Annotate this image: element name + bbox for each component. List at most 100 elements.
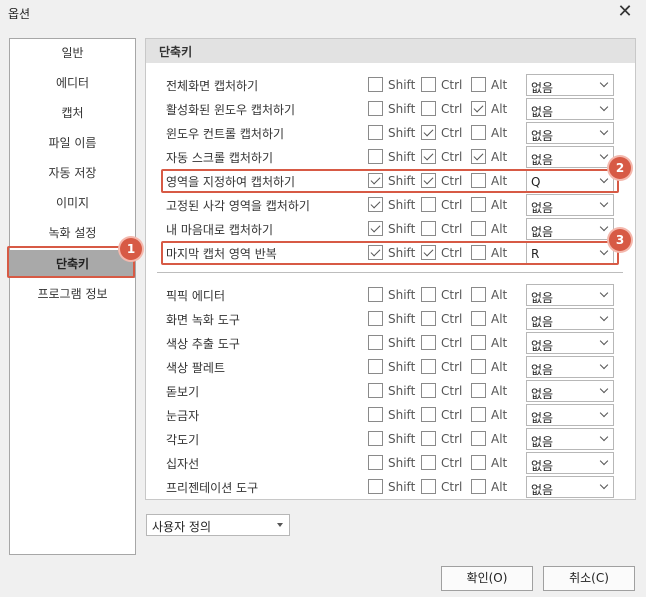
ctrl-checkbox[interactable] bbox=[421, 287, 436, 302]
alt-checkbox[interactable] bbox=[471, 77, 486, 92]
key-dropdown[interactable]: 없음 bbox=[526, 476, 614, 498]
shift-checkbox[interactable] bbox=[368, 383, 383, 398]
sidebar-item-recording[interactable]: 녹화 설정 bbox=[10, 219, 135, 247]
alt-checkbox[interactable] bbox=[471, 125, 486, 140]
sidebar-item-editor[interactable]: 에디터 bbox=[10, 69, 135, 97]
shift-checkbox[interactable] bbox=[368, 77, 383, 92]
key-dropdown-value: 없음 bbox=[531, 411, 554, 425]
ctrl-label: Ctrl bbox=[441, 432, 463, 446]
chevron-down-icon bbox=[599, 126, 609, 136]
chevron-down-icon bbox=[277, 523, 283, 527]
alt-checkbox[interactable] bbox=[471, 197, 486, 212]
preset-value: 사용자 정의 bbox=[152, 520, 212, 534]
shift-label: Shift bbox=[388, 222, 416, 236]
shift-checkbox[interactable] bbox=[368, 335, 383, 350]
alt-checkbox[interactable] bbox=[471, 455, 486, 470]
alt-checkbox[interactable] bbox=[471, 383, 486, 398]
key-dropdown[interactable]: 없음 bbox=[526, 380, 614, 402]
ctrl-checkbox[interactable] bbox=[421, 197, 436, 212]
shift-checkbox[interactable] bbox=[368, 125, 383, 140]
ctrl-checkbox[interactable] bbox=[421, 479, 436, 494]
shift-checkbox[interactable] bbox=[368, 197, 383, 212]
chevron-down-icon bbox=[599, 312, 609, 322]
ctrl-label: Ctrl bbox=[441, 222, 463, 236]
ctrl-checkbox[interactable] bbox=[421, 149, 436, 164]
ctrl-checkbox[interactable] bbox=[421, 221, 436, 236]
key-dropdown[interactable]: 없음 bbox=[526, 428, 614, 450]
alt-checkbox[interactable] bbox=[471, 431, 486, 446]
ctrl-checkbox[interactable] bbox=[421, 311, 436, 326]
key-dropdown[interactable]: 없음 bbox=[526, 74, 614, 96]
ctrl-checkbox[interactable] bbox=[421, 335, 436, 350]
key-dropdown-value: 없음 bbox=[531, 435, 554, 449]
alt-label: Alt bbox=[491, 408, 508, 422]
alt-label: Alt bbox=[491, 480, 508, 494]
shortcut-label: 프리젠테이션 도구 bbox=[166, 481, 259, 495]
alt-checkbox[interactable] bbox=[471, 287, 486, 302]
close-icon[interactable]: ✕ bbox=[614, 2, 636, 24]
key-dropdown[interactable]: 없음 bbox=[526, 98, 614, 120]
ctrl-label: Ctrl bbox=[441, 384, 463, 398]
shortcut-label: 전체화면 캡처하기 bbox=[166, 79, 259, 93]
shortcut-row: 활성화된 윈도우 캡처하기 Shift Ctrl Alt 없음 bbox=[146, 97, 635, 121]
shift-checkbox[interactable] bbox=[368, 221, 383, 236]
alt-checkbox[interactable] bbox=[471, 407, 486, 422]
sidebar-item-image[interactable]: 이미지 bbox=[10, 189, 135, 217]
alt-checkbox[interactable] bbox=[471, 359, 486, 374]
alt-checkbox[interactable] bbox=[471, 101, 486, 116]
key-dropdown[interactable]: 없음 bbox=[526, 452, 614, 474]
key-dropdown-value: 없음 bbox=[531, 315, 554, 329]
chevron-down-icon bbox=[599, 150, 609, 160]
key-dropdown[interactable]: 없음 bbox=[526, 218, 614, 240]
cancel-button[interactable]: 취소(C) bbox=[543, 566, 635, 591]
ok-button[interactable]: 확인(O) bbox=[441, 566, 533, 591]
ctrl-checkbox[interactable] bbox=[421, 77, 436, 92]
key-dropdown[interactable]: 없음 bbox=[526, 284, 614, 306]
sidebar-item-autosave[interactable]: 자동 저장 bbox=[10, 159, 135, 187]
sidebar-item-capture[interactable]: 캡처 bbox=[10, 99, 135, 127]
sidebar-item-general[interactable]: 일반 bbox=[10, 39, 135, 67]
shift-checkbox[interactable] bbox=[368, 101, 383, 116]
shift-checkbox[interactable] bbox=[368, 479, 383, 494]
shift-checkbox[interactable] bbox=[368, 359, 383, 374]
ctrl-checkbox[interactable] bbox=[421, 455, 436, 470]
shift-checkbox[interactable] bbox=[368, 311, 383, 326]
chevron-down-icon bbox=[599, 432, 609, 442]
shift-checkbox[interactable] bbox=[368, 149, 383, 164]
ctrl-checkbox[interactable] bbox=[421, 407, 436, 422]
alt-checkbox[interactable] bbox=[471, 149, 486, 164]
shift-label: Shift bbox=[388, 336, 416, 350]
shift-checkbox[interactable] bbox=[368, 431, 383, 446]
ctrl-label: Ctrl bbox=[441, 198, 463, 212]
ctrl-checkbox[interactable] bbox=[421, 383, 436, 398]
shortcut-row: 돋보기 Shift Ctrl Alt 없음 bbox=[146, 379, 635, 403]
alt-checkbox[interactable] bbox=[471, 311, 486, 326]
shortcut-label: 픽픽 에디터 bbox=[166, 289, 226, 303]
alt-label: Alt bbox=[491, 102, 508, 116]
ctrl-checkbox[interactable] bbox=[421, 101, 436, 116]
ctrl-checkbox[interactable] bbox=[421, 125, 436, 140]
key-dropdown[interactable]: 없음 bbox=[526, 356, 614, 378]
ctrl-checkbox[interactable] bbox=[421, 431, 436, 446]
key-dropdown-value: 없음 bbox=[531, 201, 554, 215]
alt-checkbox[interactable] bbox=[471, 479, 486, 494]
shift-label: Shift bbox=[388, 456, 416, 470]
sidebar-item-filename[interactable]: 파일 이름 bbox=[10, 129, 135, 157]
shortcut-row: 전체화면 캡처하기 Shift Ctrl Alt 없음 bbox=[146, 73, 635, 97]
alt-checkbox[interactable] bbox=[471, 221, 486, 236]
chevron-down-icon bbox=[599, 222, 609, 232]
key-dropdown[interactable]: 없음 bbox=[526, 332, 614, 354]
key-dropdown[interactable]: 없음 bbox=[526, 194, 614, 216]
shift-checkbox[interactable] bbox=[368, 407, 383, 422]
key-dropdown[interactable]: 없음 bbox=[526, 146, 614, 168]
shortcut-row: 내 마음대로 캡처하기 Shift Ctrl Alt 없음 bbox=[146, 217, 635, 241]
ctrl-checkbox[interactable] bbox=[421, 359, 436, 374]
key-dropdown[interactable]: 없음 bbox=[526, 308, 614, 330]
key-dropdown[interactable]: 없음 bbox=[526, 122, 614, 144]
preset-dropdown[interactable]: 사용자 정의 bbox=[146, 514, 290, 536]
shift-checkbox[interactable] bbox=[368, 455, 383, 470]
sidebar-item-about[interactable]: 프로그램 정보 bbox=[10, 280, 135, 308]
shift-checkbox[interactable] bbox=[368, 287, 383, 302]
alt-checkbox[interactable] bbox=[471, 335, 486, 350]
key-dropdown[interactable]: 없음 bbox=[526, 404, 614, 426]
